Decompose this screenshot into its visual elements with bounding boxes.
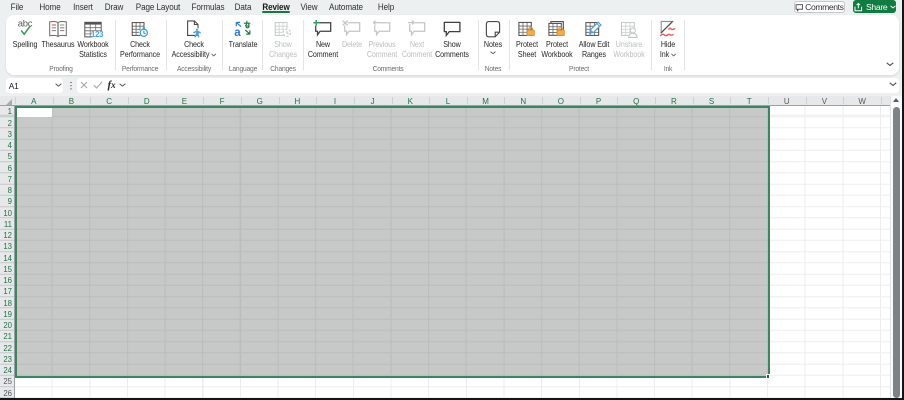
svg-text:abc: abc bbox=[18, 20, 33, 29]
svg-text:a: a bbox=[235, 27, 242, 39]
svg-text:123: 123 bbox=[91, 30, 103, 39]
